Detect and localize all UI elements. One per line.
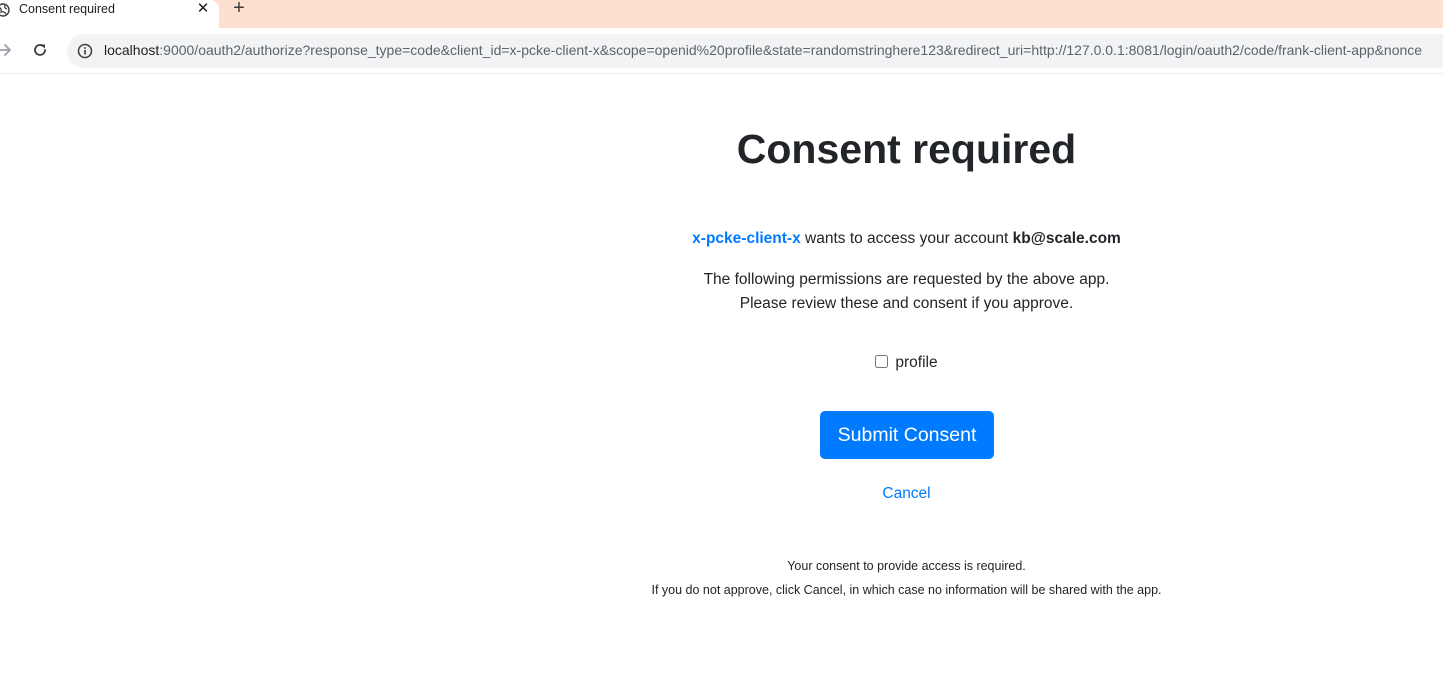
intro-text: wants to access your account xyxy=(800,230,1013,247)
url-path: :9000/oauth2/authorize?response_type=cod… xyxy=(159,42,1423,58)
url-text: localhost:9000/oauth2/authorize?response… xyxy=(104,42,1422,58)
address-bar[interactable]: localhost:9000/oauth2/authorize?response… xyxy=(67,34,1443,68)
permissions-text-line2: Please review these and consent if you a… xyxy=(739,295,1074,312)
browser-tabstrip: Consent required ✕ + xyxy=(0,0,1443,28)
reload-icon[interactable] xyxy=(32,42,48,58)
consent-intro: x-pcke-client-x wants to access your acc… xyxy=(370,229,1443,249)
permissions-text-line1: The following permissions are requested … xyxy=(703,271,1110,288)
account-email: kb@scale.com xyxy=(1012,230,1121,247)
cancel-link[interactable]: Cancel xyxy=(882,485,930,502)
consent-page: Consent required x-pcke-client-x wants t… xyxy=(370,74,1443,673)
scope-item-profile: profile xyxy=(370,352,1443,374)
info-icon[interactable] xyxy=(76,42,94,60)
page-title: Consent required xyxy=(736,126,1077,172)
submit-consent-button[interactable]: Submit Consent xyxy=(820,411,994,459)
consent-note-line1: Your consent to provide access is requir… xyxy=(787,559,1026,573)
browser-tab-active[interactable]: Consent required ✕ xyxy=(0,0,219,28)
arrow-right-icon[interactable] xyxy=(0,42,12,58)
tab-title: Consent required xyxy=(19,2,115,16)
browser-toolbar: localhost:9000/oauth2/authorize?response… xyxy=(0,28,1443,74)
client-name: x-pcke-client-x xyxy=(692,230,801,247)
scope-checkbox-profile[interactable] xyxy=(875,355,889,368)
scope-label-profile: profile xyxy=(895,354,938,371)
close-icon[interactable]: ✕ xyxy=(195,1,211,17)
globe-icon xyxy=(0,3,10,17)
cancel-row: Cancel xyxy=(370,484,1443,504)
consent-note-line2: If you do not approve, click Cancel, in … xyxy=(651,583,1162,597)
new-tab-button[interactable]: + xyxy=(229,0,249,18)
url-host: localhost xyxy=(104,42,160,58)
